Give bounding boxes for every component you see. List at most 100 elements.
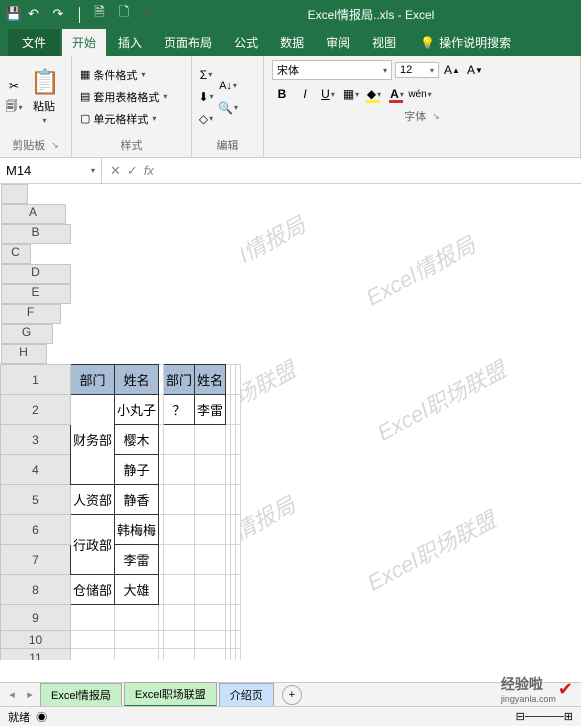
col-header[interactable]: G xyxy=(1,324,53,344)
cell[interactable] xyxy=(71,631,115,649)
cell[interactable] xyxy=(236,545,241,575)
new-sheet-button[interactable]: + xyxy=(282,685,302,705)
print-preview-icon[interactable]: 🗎▾ xyxy=(94,6,110,22)
cell[interactable] xyxy=(164,605,195,631)
row-header[interactable]: 2 xyxy=(1,395,71,425)
copy-icon[interactable]: 🗐▾ xyxy=(4,98,24,118)
cell[interactable] xyxy=(236,631,241,649)
col-header[interactable]: F xyxy=(1,304,61,324)
row-header[interactable]: 5 xyxy=(1,485,71,515)
sheet-tab[interactable]: 介绍页 xyxy=(219,683,274,707)
cell[interactable] xyxy=(164,485,195,515)
cell[interactable]: 行政部 xyxy=(71,515,115,575)
cell[interactable]: 李雷 xyxy=(195,395,226,425)
row-header[interactable]: 3 xyxy=(1,425,71,455)
row-header[interactable]: 6 xyxy=(1,515,71,545)
col-header[interactable]: H xyxy=(1,344,47,364)
row-header[interactable]: 7 xyxy=(1,545,71,575)
cut-icon[interactable]: ✂ xyxy=(4,76,24,96)
cell[interactable]: 小丸子 xyxy=(115,395,159,425)
cell[interactable] xyxy=(115,631,159,649)
spreadsheet-grid[interactable]: ABCDEFGH1部门姓名部门姓名2财务部小丸子？李雷3樱木4静子5人资部静香6… xyxy=(0,184,241,660)
conditional-format-button[interactable]: ▦条件格式▾ xyxy=(76,65,171,85)
row-header[interactable]: 4 xyxy=(1,455,71,485)
cell[interactable] xyxy=(195,455,226,485)
col-header[interactable]: D xyxy=(1,264,71,284)
cell[interactable]: 姓名 xyxy=(115,365,159,395)
save-icon[interactable]: 💾 xyxy=(6,6,22,22)
tell-me[interactable]: 💡操作说明搜索 xyxy=(412,29,519,56)
cell[interactable]: 人资部 xyxy=(71,485,115,515)
cell[interactable]: 樱木 xyxy=(115,425,159,455)
sort-filter-icon[interactable]: A↓▾ xyxy=(218,76,238,96)
cell[interactable] xyxy=(164,425,195,455)
qat-doc-icon[interactable]: 🗋 xyxy=(116,6,132,22)
chevron-down-icon[interactable]: ▾ xyxy=(91,166,95,175)
enter-formula-icon[interactable]: ✓ xyxy=(127,163,138,179)
cell[interactable]: 李雷 xyxy=(115,545,159,575)
cell[interactable] xyxy=(164,545,195,575)
col-header[interactable]: E xyxy=(1,284,71,304)
tab-data[interactable]: 数据 xyxy=(270,29,314,56)
col-header[interactable]: B xyxy=(1,224,71,244)
grow-font-icon[interactable]: A▲ xyxy=(442,60,462,80)
cell[interactable] xyxy=(164,515,195,545)
row-header[interactable]: 1 xyxy=(1,365,71,395)
redo-icon[interactable]: ↷ xyxy=(50,6,66,22)
fill-icon[interactable]: ⬇▾ xyxy=(196,87,216,107)
cell[interactable]: 部门 xyxy=(164,365,195,395)
tab-nav-next-icon[interactable]: ▸ xyxy=(22,688,38,701)
cell[interactable]: 姓名 xyxy=(195,365,226,395)
row-header[interactable]: 10 xyxy=(1,631,71,649)
font-color-button[interactable]: A▾ xyxy=(387,84,407,104)
cell[interactable]: 韩梅梅 xyxy=(115,515,159,545)
row-header[interactable]: 11 xyxy=(1,649,71,661)
font-size-combo[interactable]: 12▾ xyxy=(395,62,439,78)
font-launcher-icon[interactable]: ↘ xyxy=(432,111,440,122)
autosum-icon[interactable]: Σ▾ xyxy=(196,65,216,85)
macro-record-icon[interactable]: ◉ xyxy=(36,712,47,724)
sheet-tab[interactable]: Excel职场联盟 xyxy=(124,682,217,707)
col-header[interactable]: A xyxy=(1,204,66,224)
tab-nav-prev-icon[interactable]: ◂ xyxy=(4,688,20,701)
cell[interactable] xyxy=(195,425,226,455)
cell[interactable] xyxy=(164,575,195,605)
tab-file[interactable]: 文件 xyxy=(8,29,60,56)
cell[interactable]: 仓储部 xyxy=(71,575,115,605)
cell[interactable] xyxy=(236,365,241,395)
cell[interactable]: 静香 xyxy=(115,485,159,515)
cell[interactable] xyxy=(195,605,226,631)
cell[interactable] xyxy=(236,455,241,485)
select-all-cell[interactable] xyxy=(1,184,28,204)
cell[interactable]: 大雄 xyxy=(115,575,159,605)
underline-button[interactable]: U▾ xyxy=(318,84,338,104)
undo-icon[interactable]: ↶▾ xyxy=(28,6,44,22)
sheet-tab[interactable]: Excel情报局 xyxy=(40,683,122,707)
cell[interactable] xyxy=(195,485,226,515)
border-button[interactable]: ▦▾ xyxy=(341,84,361,104)
tab-formulas[interactable]: 公式 xyxy=(224,29,268,56)
tab-review[interactable]: 审阅 xyxy=(316,29,360,56)
fill-color-button[interactable]: ◆▾ xyxy=(364,84,384,104)
italic-button[interactable]: I xyxy=(295,84,315,104)
fx-icon[interactable]: fx xyxy=(144,163,154,178)
cell[interactable] xyxy=(195,649,226,661)
cell[interactable] xyxy=(236,425,241,455)
cell[interactable] xyxy=(195,545,226,575)
font-name-combo[interactable]: 宋体▾ xyxy=(272,60,392,80)
qat-customize-icon[interactable]: ▾ xyxy=(139,6,155,22)
cell[interactable] xyxy=(236,485,241,515)
cell[interactable]: 静子 xyxy=(115,455,159,485)
col-header[interactable]: C xyxy=(1,244,31,264)
tab-home[interactable]: 开始 xyxy=(62,29,106,56)
cell[interactable] xyxy=(236,605,241,631)
cell[interactable] xyxy=(115,605,159,631)
cell[interactable] xyxy=(236,395,241,425)
cell[interactable]: 部门 xyxy=(71,365,115,395)
clear-icon[interactable]: ◇▾ xyxy=(196,109,216,129)
cell[interactable] xyxy=(236,649,241,661)
cell[interactable] xyxy=(195,575,226,605)
shrink-font-icon[interactable]: A▼ xyxy=(465,60,485,80)
cell[interactable] xyxy=(115,649,159,661)
cell[interactable] xyxy=(195,515,226,545)
